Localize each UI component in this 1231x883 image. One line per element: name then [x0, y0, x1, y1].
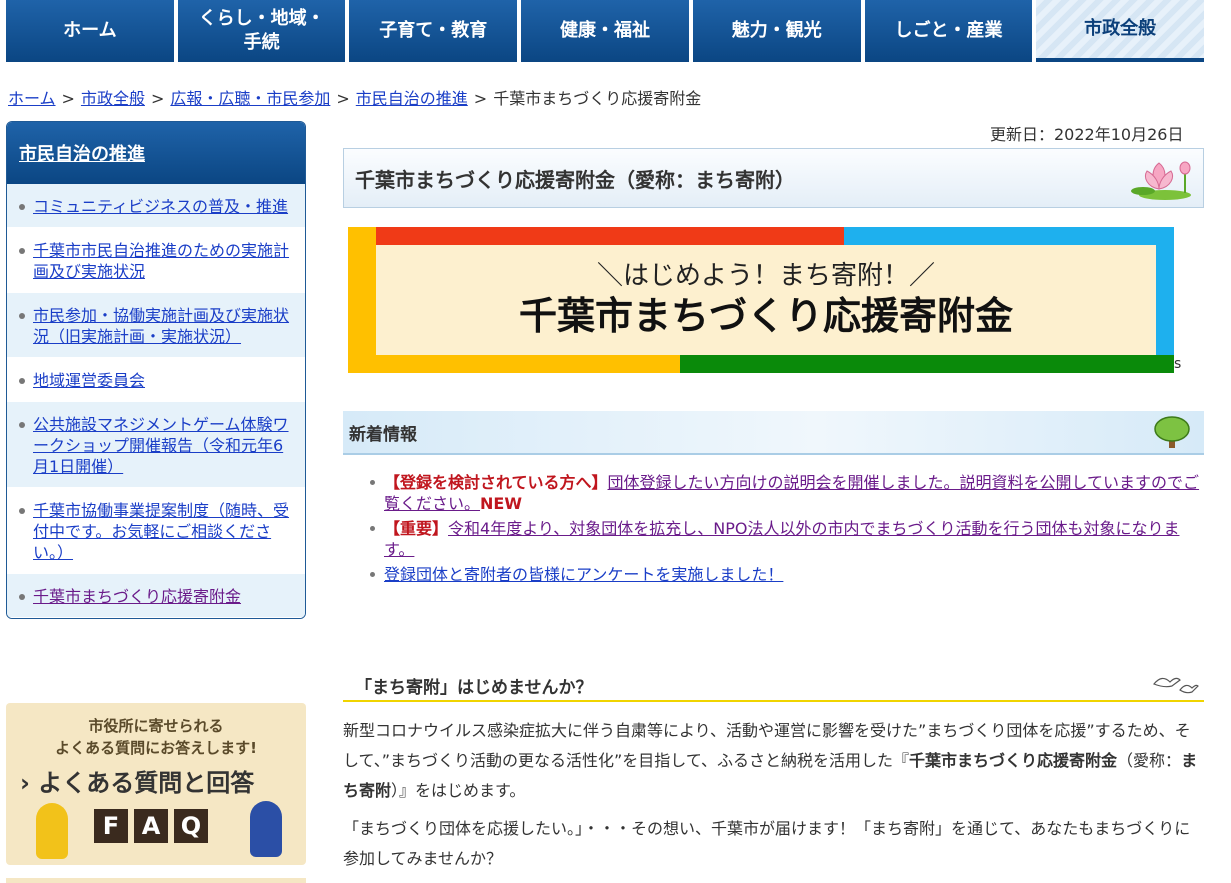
nav-business[interactable]: しごと・産業: [864, 0, 1033, 62]
sidebar-item-link[interactable]: 千葉市協働事業提案制度（随時、受付中です。お気軽にご相談ください。）: [33, 500, 291, 563]
invite-paragraph: 「まちづくり団体を応援したい。」・・・その想い、千葉市が届けます！「まち寄附」を…: [343, 819, 1191, 868]
nav-living[interactable]: くらし・地域・ 手続: [177, 0, 346, 62]
sidebar-item-link[interactable]: 公共施設マネジメントゲーム体験ワークショップ開催報告（令和元年6月1日開催）: [33, 414, 291, 477]
faq-banner-title: › よくある質問と回答: [20, 769, 255, 797]
lotus-icon: [1131, 161, 1191, 200]
sidebar-item-link[interactable]: コミュニティビジネスの普及・推進: [33, 196, 288, 217]
breadcrumb-link-city-admin[interactable]: 市政全般: [81, 89, 145, 108]
intro-text: ）』をはじめます。: [391, 781, 526, 800]
bullet-icon: [19, 204, 25, 210]
faq-letter: Q: [174, 809, 208, 843]
breadcrumb-separator: >: [473, 89, 488, 108]
banner-blue-stripe: [844, 227, 1174, 245]
news-heading: 新着情報: [349, 424, 417, 445]
donation-banner[interactable]: ＼はじめよう！まち寄附！／ 千葉市まちづくり応援寄附金: [348, 227, 1174, 373]
nav-home[interactable]: ホーム: [6, 0, 174, 62]
bullet-icon: [19, 508, 25, 514]
person-right-icon: [250, 801, 282, 857]
nav-childcare[interactable]: 子育て・教育: [349, 0, 518, 62]
sidebar-item-donation: 千葉市まちづくり応援寄附金: [7, 574, 305, 618]
faq-banner-line2: よくある質問にお答えします!: [55, 739, 257, 757]
news-link[interactable]: 令和4年度より、対象団体を拡充し、NPO法人以外の市内でまちづくり活動を行う団体…: [384, 519, 1179, 559]
intro-bold-name: 千葉市まちづくり応援寄附金: [909, 751, 1118, 770]
news-list: 【登録を検討されている方へ】団体登録したい方向けの説明会を開催しました。説明資料…: [370, 472, 1202, 589]
banner-green-stripe: [680, 355, 1174, 373]
global-nav: ホーム くらし・地域・ 手続 子育て・教育 健康・福祉 魅力・観光 しごと・産業…: [6, 0, 1205, 62]
breadcrumb-separator: >: [150, 89, 165, 108]
banner-subtitle: ＼はじめよう！まち寄附！／: [597, 261, 935, 291]
bullet-icon: [19, 594, 25, 600]
news-link[interactable]: 登録団体と寄附者の皆様にアンケートを実施しました！: [384, 565, 783, 584]
banner-blue-side: [1156, 227, 1174, 373]
bullet-icon: [19, 422, 25, 428]
banner-graphic: ＼はじめよう！まち寄附！／ 千葉市まちづくり応援寄附金: [348, 227, 1174, 373]
new-badge: NEW: [480, 494, 522, 513]
page-title: 千葉市まちづくり応援寄附金（愛称：まち寄附）: [355, 167, 795, 192]
news-tag: 【登録を検討されている方へ】: [384, 473, 608, 492]
news-tag: 【重要】: [384, 519, 449, 538]
sidebar-item-link[interactable]: 市民参加・協働実施計画及び実施状況（旧実施計画・実施状況）: [33, 305, 291, 347]
sidebar-item-link[interactable]: 千葉市まちづくり応援寄附金: [33, 586, 241, 607]
bullet-icon: [19, 313, 25, 319]
banner-yellow-stripe: [348, 355, 680, 373]
sidebar-item-collaboration-proposal: 千葉市協働事業提案制度（随時、受付中です。お気軽にご相談ください。）: [7, 488, 305, 574]
faq-letter: F: [94, 809, 128, 843]
breadcrumb-link-pr[interactable]: 広報・広聴・市民参加: [170, 89, 330, 108]
sidebar-title-link[interactable]: 市民自治の推進: [19, 140, 145, 166]
news-heading-box: 新着情報: [343, 411, 1204, 455]
sidebar-item-community-business: コミュニティビジネスの普及・推進: [7, 184, 305, 228]
bullet-icon: [19, 248, 25, 254]
faq-banner-line1: 市役所に寄せられる: [88, 717, 224, 735]
section-heading-box: 「まち寄附」はじめませんか？: [343, 670, 1204, 702]
sidebar-nav: 市民自治の推進 コミュニティビジネスの普及・推進 千葉市市民自治推進のための実施…: [6, 121, 306, 619]
nav-health[interactable]: 健康・福祉: [521, 0, 689, 62]
sidebar-header: 市民自治の推進: [7, 122, 305, 184]
bullet-icon: [19, 378, 25, 384]
sidebar-item-link[interactable]: 千葉市市民自治推進のための実施計画及び実施状況: [33, 240, 291, 282]
next-banner-edge[interactable]: [6, 878, 306, 883]
breadcrumb-separator: >: [336, 89, 350, 108]
sidebar-item-participation-plan: 市民参加・協働実施計画及び実施状況（旧実施計画・実施状況）: [7, 293, 305, 358]
updated-date: 更新日：2022年10月26日: [990, 125, 1184, 144]
breadcrumb-current: 千葉市まちづくり応援寄附金: [493, 89, 702, 108]
sidebar-item-regional-committee: 地域運営委員会: [7, 358, 305, 402]
banner-yellow-side: [348, 227, 376, 373]
nav-tourism[interactable]: 魅力・観光: [692, 0, 861, 62]
tree-icon: [1154, 416, 1190, 448]
birds-icon: [1153, 677, 1199, 694]
faq-letter: A: [134, 809, 168, 843]
intro-paragraph: 新型コロナウイルス感染症拡大に伴う自粛等により、活動や運営に影響を受けた”まちづ…: [343, 716, 1204, 806]
banner-title: 千葉市まちづくり応援寄附金: [519, 294, 1014, 338]
section-heading: 「まち寄附」はじめませんか？: [355, 677, 593, 698]
banner-trailing-char: s: [1174, 356, 1182, 372]
news-item: 【登録を検討されている方へ】団体登録したい方向けの説明会を開催しました。説明資料…: [370, 472, 1202, 514]
breadcrumb-link-autonomy[interactable]: 市民自治の推進: [356, 89, 468, 108]
sidebar-item-workshop-report: 公共施設マネジメントゲーム体験ワークショップ開催報告（令和元年6月1日開催）: [7, 402, 305, 488]
breadcrumb-link-home[interactable]: ホーム: [8, 89, 56, 108]
sidebar-item-autonomy-plan: 千葉市市民自治推進のための実施計画及び実施状況: [7, 228, 305, 293]
faq-banner[interactable]: 市役所に寄せられる よくある質問にお答えします! › よくある質問と回答 F A…: [6, 703, 306, 865]
news-item: 登録団体と寄附者の皆様にアンケートを実施しました！: [370, 564, 1202, 585]
breadcrumb: ホーム > 市政全般 > 広報・広聴・市民参加 > 市民自治の推進 > 千葉市まちづくり応援寄附…: [8, 85, 701, 109]
breadcrumb-separator: >: [61, 89, 75, 108]
banner-red-stripe: [348, 227, 844, 245]
nav-city-admin[interactable]: 市政全般: [1036, 0, 1205, 62]
sidebar-item-link[interactable]: 地域運営委員会: [33, 370, 145, 391]
page-title-box: 千葉市まちづくり応援寄附金（愛称：まち寄附）: [343, 148, 1204, 208]
faq-letters: F A Q: [94, 809, 208, 843]
intro-text: （愛称：: [1117, 751, 1182, 770]
person-left-icon: [36, 803, 68, 859]
news-item: 【重要】令和4年度より、対象団体を拡充し、NPO法人以外の市内でまちづくり活動を…: [370, 518, 1202, 560]
